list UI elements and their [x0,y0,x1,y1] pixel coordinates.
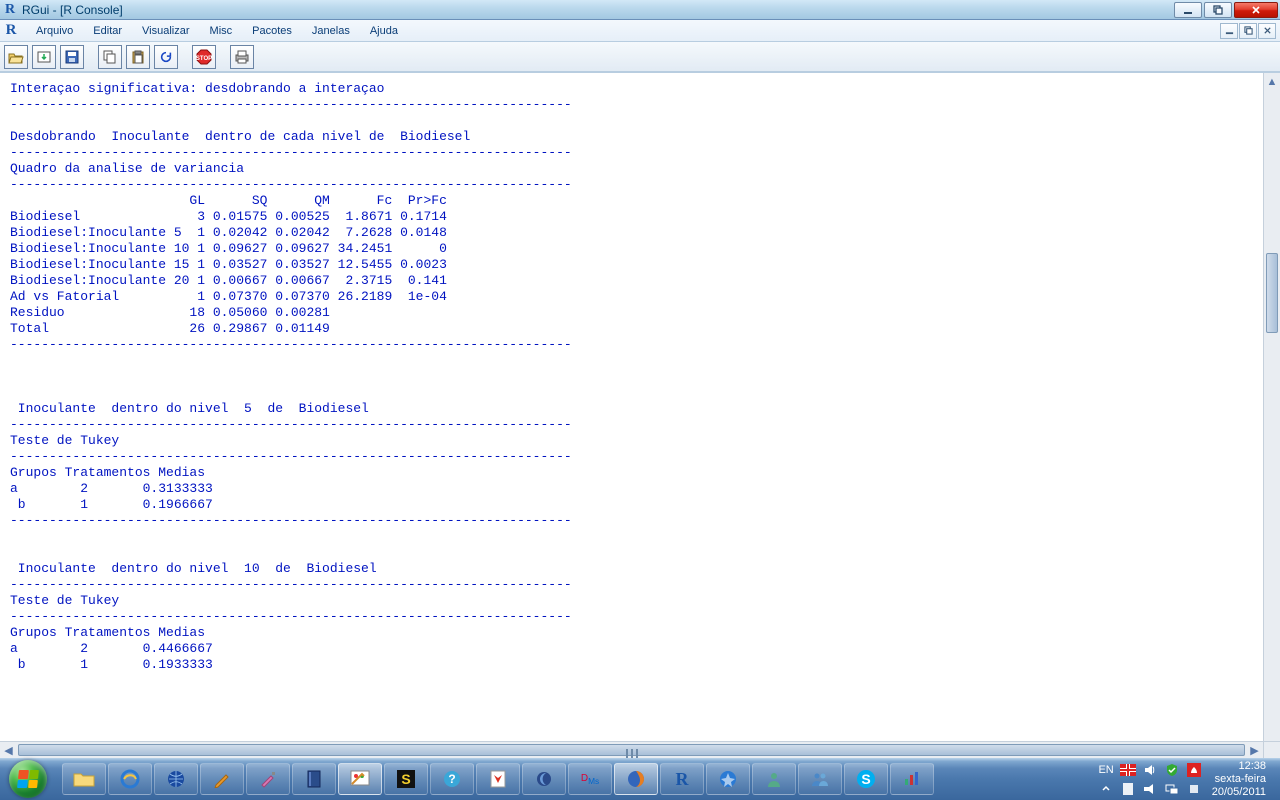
folder-icon [73,768,95,790]
task-media[interactable] [706,763,750,795]
task-globe[interactable] [154,763,198,795]
maximize-button[interactable] [1204,2,1232,18]
scroll-corner [1263,741,1280,758]
load-workspace-button[interactable] [32,45,56,69]
svg-text:?: ? [448,772,455,786]
console-output[interactable]: Interaçao significativa: desdobrando a i… [0,73,1263,758]
ie-icon [119,768,141,790]
task-person[interactable] [752,763,796,795]
copy-button[interactable] [98,45,122,69]
media-icon [717,768,739,790]
skype-icon: S [855,768,877,790]
r-app-icon: R [2,2,18,18]
palette-icon [349,768,371,790]
person-icon [763,768,785,790]
scroll-up-arrow[interactable]: ▲ [1264,73,1280,90]
task-ie[interactable] [108,763,152,795]
print-button[interactable] [230,45,254,69]
people-icon [809,768,831,790]
minimize-button[interactable] [1174,2,1202,18]
task-brush[interactable] [246,763,290,795]
refresh-button[interactable] [154,45,178,69]
taskbar-apps: S ? DMs R S [62,758,934,800]
task-moon[interactable] [522,763,566,795]
stop-button[interactable]: STOP [192,45,216,69]
task-s-yellow[interactable]: S [384,763,428,795]
menu-bar: R Arquivo Editar Visualizar Misc Pacotes… [0,20,1280,42]
scroll-thumb-horizontal[interactable] [18,744,1245,756]
device-icon[interactable] [1186,781,1202,797]
start-button[interactable] [0,758,56,800]
menu-pacotes[interactable]: Pacotes [242,20,302,41]
menu-arquivo[interactable]: Arquivo [26,20,83,41]
r-menu-icon: R [2,22,20,40]
r-icon: R [671,768,693,790]
clock-time: 12:38 [1212,760,1266,773]
brush-icon [257,768,279,790]
globe-icon [165,768,187,790]
menu-janelas[interactable]: Janelas [302,20,360,41]
firefox-icon [625,768,647,790]
help-icon: ? [441,768,463,790]
task-folder-orange[interactable] [200,763,244,795]
shield-icon[interactable] [1164,762,1180,778]
paste-button[interactable] [126,45,150,69]
antivirus-icon[interactable] [1186,762,1202,778]
menu-ajuda[interactable]: Ajuda [360,20,408,41]
taskbar: S ? DMs R S EN [0,758,1280,800]
svg-text:STOP: STOP [196,56,212,62]
scroll-left-arrow[interactable]: ◀ [0,742,17,758]
menu-visualizar[interactable]: Visualizar [132,20,200,41]
chart-icon [901,768,923,790]
task-paint-app[interactable] [338,763,382,795]
s-icon: S [395,768,417,790]
scroll-thumb-vertical[interactable] [1266,253,1278,333]
pdf-icon [487,768,509,790]
task-dms[interactable]: DMs [568,763,612,795]
toolbar: STOP [0,42,1280,72]
power-icon[interactable] [1142,781,1158,797]
mdi-minimize-button[interactable] [1220,23,1238,39]
volume-icon[interactable] [1142,762,1158,778]
console-area: Interaçao significativa: desdobrando a i… [0,72,1280,758]
mdi-restore-button[interactable] [1239,23,1257,39]
language-indicator[interactable]: EN [1098,764,1113,776]
book-icon [303,768,325,790]
menu-editar[interactable]: Editar [83,20,132,41]
task-r[interactable]: R [660,763,704,795]
network-icon[interactable] [1164,781,1180,797]
task-chart[interactable] [890,763,934,795]
pen-icon [211,768,233,790]
horizontal-scrollbar[interactable]: ◀ ▶ [0,741,1263,758]
task-skype[interactable]: S [844,763,888,795]
scroll-right-arrow[interactable]: ▶ [1246,742,1263,758]
system-tray: EN 12:38 sexta-feira 20/05/2011 [1088,758,1276,800]
mdi-close-button[interactable] [1258,23,1276,39]
task-book[interactable] [292,763,336,795]
clock[interactable]: 12:38 sexta-feira 20/05/2011 [1212,760,1266,799]
title-bar: R RGui - [R Console] [0,0,1280,20]
tray-expand-icon[interactable] [1098,781,1114,797]
windows-logo-icon [17,770,39,788]
clock-day: sexta-feira [1212,773,1266,786]
task-firefox[interactable] [614,763,658,795]
dms-icon: DMs [579,768,601,790]
menu-misc[interactable]: Misc [200,20,243,41]
clock-date: 20/05/2011 [1212,786,1266,799]
task-explorer[interactable] [62,763,106,795]
action-center-icon[interactable] [1120,781,1136,797]
task-people[interactable] [798,763,842,795]
svg-text:S: S [861,771,870,787]
vertical-scrollbar[interactable]: ▲ ▼ [1263,73,1280,758]
flag-icon[interactable] [1120,762,1136,778]
task-pdf[interactable] [476,763,520,795]
save-button[interactable] [60,45,84,69]
moon-icon [533,768,555,790]
window-title: RGui - [R Console] [22,3,1174,17]
close-button[interactable] [1234,2,1278,18]
open-button[interactable] [4,45,28,69]
task-help[interactable]: ? [430,763,474,795]
